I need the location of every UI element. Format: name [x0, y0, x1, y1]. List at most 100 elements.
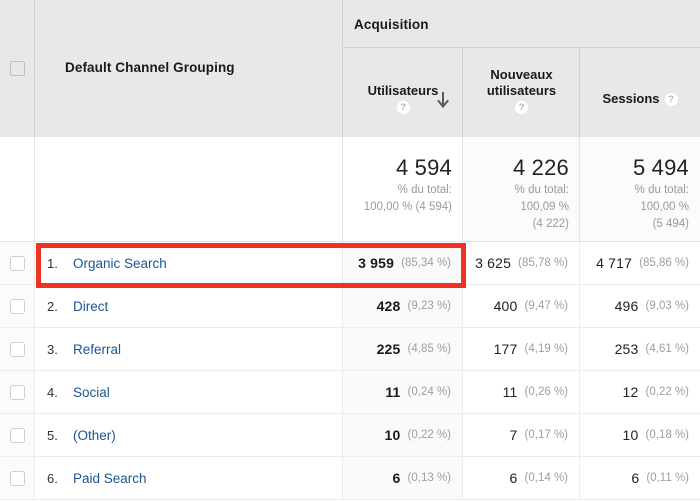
metric-percent: (0,13 %) — [408, 472, 451, 484]
cell-sessions: 4 717 (85,86 %) — [580, 242, 700, 284]
metric-value: 400 — [494, 298, 518, 314]
totals-sub-value-2: (4 222) — [472, 217, 569, 232]
table-row[interactable]: 2.Direct428(9,23 %)400(9,47 %)496(9,03 %… — [0, 285, 700, 328]
cell-nouveaux-utilisateurs: 3 625(85,78 %) — [463, 242, 580, 284]
row-checkbox[interactable] — [10, 299, 25, 314]
metric-value: 6 — [510, 470, 518, 486]
metric-percent: (9,03 %) — [646, 300, 689, 312]
totals-sub-value: 100,00 % — [589, 200, 689, 215]
channel-link[interactable]: Organic Search — [73, 256, 167, 271]
row-checkbox-cell[interactable] — [0, 242, 35, 284]
cell-utilisateurs: 11 (0,24 %) — [343, 371, 463, 413]
cell-nouveaux-utilisateurs: 11 (0,26 %) — [463, 371, 580, 413]
row-checkbox-cell[interactable] — [0, 457, 35, 499]
channel-link[interactable]: (Other) — [73, 428, 116, 443]
metric-percent: (85,78 %) — [518, 257, 568, 269]
metric-percent: (0,22 %) — [408, 429, 451, 441]
metric-percent: (85,34 %) — [401, 257, 451, 269]
help-icon[interactable]: ? — [515, 101, 528, 114]
row-checkbox-cell[interactable] — [0, 371, 35, 413]
cell-nouveaux-utilisateurs: 177 (4,19 %) — [463, 328, 580, 370]
totals-row: 4 594 % du total: 100,00 % (4 594) 4 226… — [0, 137, 700, 242]
metric-value: 496 — [615, 298, 639, 314]
row-checkbox-cell[interactable] — [0, 285, 35, 327]
row-checkbox[interactable] — [10, 256, 25, 271]
metric-value: 7 — [510, 427, 518, 443]
row-rank: 4. — [47, 385, 73, 400]
cell-sessions: 12(0,22 %) — [580, 371, 700, 413]
row-dimension-cell: 1.Organic Search — [35, 242, 343, 284]
metric-value: 428 — [377, 298, 401, 314]
table-row[interactable]: 3.Referral225(4,85 %)177(4,19 %)253(4,61… — [0, 328, 700, 371]
cell-nouveaux-utilisateurs: 6 (0,14 %) — [463, 457, 580, 499]
metric-percent: (85,86 %) — [639, 257, 689, 269]
header-checkbox-cell — [0, 0, 35, 137]
cell-nouveaux-utilisateurs: 7(0,17 %) — [463, 414, 580, 456]
metric-header-text: Sessions ? — [580, 91, 700, 107]
row-dimension-cell: 5.(Other) — [35, 414, 343, 456]
metric-percent: (0,24 %) — [408, 386, 451, 398]
cell-sessions: 6 (0,11 %) — [580, 457, 700, 499]
select-all-checkbox[interactable] — [10, 61, 25, 76]
cell-utilisateurs: 3 959 (85,34 %) — [343, 242, 463, 284]
cell-utilisateurs: 6(0,13 %) — [343, 457, 463, 499]
totals-checkbox-cell — [0, 137, 35, 241]
metric-value: 6 — [631, 470, 639, 486]
totals-sub-label: % du total: — [472, 183, 569, 198]
row-checkbox[interactable] — [10, 428, 25, 443]
metric-label: Sessions — [602, 91, 659, 107]
sort-descending-icon[interactable] — [436, 91, 450, 109]
table-body: 1.Organic Search 3 959 (85,34 %) 3 625(85,7… — [0, 242, 700, 500]
header-dimension-cell[interactable]: Default Channel Grouping — [35, 0, 343, 137]
row-checkbox-cell[interactable] — [0, 328, 35, 370]
row-checkbox[interactable] — [10, 471, 25, 486]
row-dimension-cell: 4.Social — [35, 371, 343, 413]
metric-percent: (0,26 %) — [525, 386, 568, 398]
row-checkbox-cell[interactable] — [0, 414, 35, 456]
table-row[interactable]: 4.Social 11 (0,24 %) 11 (0,26 %) 12(0,22 %) — [0, 371, 700, 414]
help-icon[interactable]: ? — [397, 101, 410, 114]
metric-percent: (0,14 %) — [525, 472, 568, 484]
totals-nouveaux-utilisateurs: 4 226 % du total: 100,09 % (4 222) — [463, 137, 580, 241]
channel-link[interactable]: Paid Search — [73, 471, 147, 486]
metric-percent: (4,61 %) — [646, 343, 689, 355]
row-dimension-cell: 3.Referral — [35, 328, 343, 370]
table-row[interactable]: 5.(Other)10(0,22 %)7(0,17 %)10(0,18 %) — [0, 414, 700, 457]
metric-value: 12 — [623, 384, 639, 400]
metric-value: 4 717 — [596, 255, 632, 271]
metric-percent: (4,19 %) — [525, 343, 568, 355]
metric-value: 11 — [503, 384, 518, 400]
group-header-acquisition: Acquisition — [343, 0, 700, 48]
channel-link[interactable]: Direct — [73, 299, 108, 314]
row-rank: 3. — [47, 342, 73, 357]
row-checkbox[interactable] — [10, 342, 25, 357]
metric-value: 253 — [615, 341, 639, 357]
totals-dimension-cell — [35, 137, 343, 241]
channel-link[interactable]: Referral — [73, 342, 121, 357]
totals-value: 4 226 — [472, 155, 569, 181]
totals-sub-value: 100,00 % (4 594) — [352, 200, 452, 215]
row-dimension-cell: 2.Direct — [35, 285, 343, 327]
metric-header-text: Nouveaux utilisateurs ? — [463, 67, 580, 115]
help-icon[interactable]: ? — [665, 93, 678, 106]
cell-utilisateurs: 225(4,85 %) — [343, 328, 463, 370]
metric-percent: (9,23 %) — [408, 300, 451, 312]
cell-sessions: 253 (4,61 %) — [580, 328, 700, 370]
channel-link[interactable]: Social — [73, 385, 110, 400]
totals-sub-label: % du total: — [589, 183, 689, 198]
metric-value: 10 — [385, 427, 401, 443]
row-checkbox[interactable] — [10, 385, 25, 400]
metric-label: Nouveaux — [463, 67, 580, 83]
table-row[interactable]: 1.Organic Search 3 959 (85,34 %) 3 625(85,7… — [0, 242, 700, 285]
totals-value: 4 594 — [352, 155, 452, 181]
metric-value: 11 — [385, 384, 400, 400]
table-row[interactable]: 6.Paid Search 6(0,13 %) 6 (0,14 %) 6 (0,11 %) — [0, 457, 700, 500]
analytics-channel-table: Default Channel Grouping Utilisateurs ? … — [0, 0, 700, 502]
row-rank: 5. — [47, 428, 73, 443]
metric-percent: (0,11 %) — [646, 472, 689, 484]
totals-sub-value-2: (5 494) — [589, 217, 689, 232]
row-rank: 6. — [47, 471, 73, 486]
metric-value: 177 — [494, 341, 518, 357]
metric-value: 3 959 — [358, 255, 394, 271]
cell-utilisateurs: 10 (0,22 %) — [343, 414, 463, 456]
